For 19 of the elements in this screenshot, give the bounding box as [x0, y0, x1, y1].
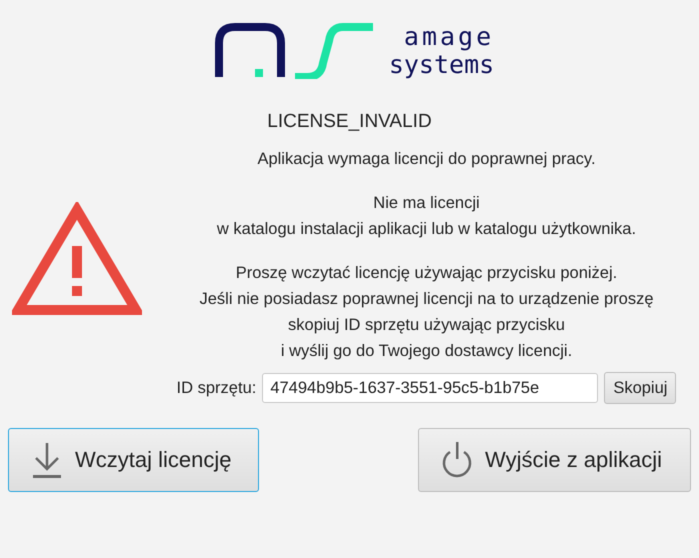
- message-text: Nie ma licencji: [373, 193, 480, 214]
- status-title: LICENSE_INVALID: [266, 111, 433, 133]
- warning-icon: [12, 202, 142, 316]
- copy-button[interactable]: Skopiuj: [604, 372, 676, 404]
- power-icon: [441, 441, 473, 479]
- message-text: Proszę wczytać licencję używając przycisku poniżej.: [236, 263, 618, 284]
- message-text: Aplikacja wymaga licencji do poprawnej pracy.: [257, 149, 596, 170]
- logo-text: systems: [388, 51, 494, 79]
- load-button[interactable]: Wczytaj licencję: [8, 428, 259, 492]
- exit-button[interactable]: Wyjście z aplikacji: [418, 428, 691, 492]
- id-field[interactable]: 47494b9b5-1637-3551-95c5-b1b75e: [262, 373, 598, 403]
- download-icon: [31, 441, 63, 479]
- message-text: i wyślij go do Twojego dostawcy licencji.: [280, 341, 572, 362]
- message-text: Jeśli nie posiadasz poprawnej licencji na to urządzenie proszę: [199, 289, 654, 310]
- field-label: ID sprzętu:: [176, 378, 256, 398]
- message-text: skopiuj ID sprzętu używając przycisku: [288, 315, 565, 336]
- logo-text: amage: [402, 23, 494, 51]
- logo-mark-icon: [214, 23, 375, 79]
- message-text: w katalogu instalacji aplikacji lub w katalogu użytkownika.: [216, 219, 636, 240]
